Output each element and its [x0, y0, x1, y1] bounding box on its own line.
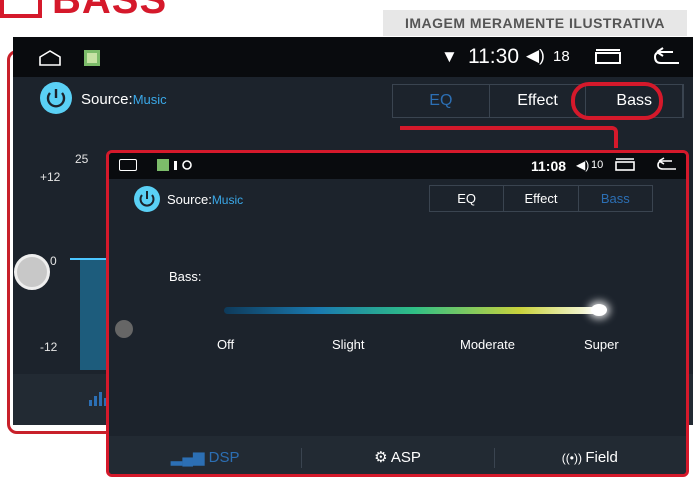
back-status-volume: 18 — [553, 48, 570, 65]
tab-asp[interactable]: ⚙ ASP — [301, 436, 493, 474]
back-tab-eq[interactable]: EQ — [393, 85, 490, 117]
drag-knob-small[interactable] — [115, 320, 133, 338]
bass-label: Bass: — [169, 269, 202, 284]
front-screen: 11:08 ◀) 10 Source:Music EQ Effect Bass … — [106, 150, 689, 477]
tab-field[interactable]: ((•)) Field — [493, 436, 686, 474]
bass-slider-thumb[interactable] — [591, 304, 607, 316]
home-icon[interactable] — [38, 49, 62, 67]
front-power-icon[interactable] — [134, 186, 160, 212]
wifi-icon: ▼ — [441, 47, 458, 66]
back-arrow-icon[interactable] — [653, 47, 683, 67]
front-tab-bass[interactable]: Bass — [579, 186, 652, 211]
field-icon: ((•)) — [561, 451, 586, 465]
disclaimer-badge: IMAGEM MERAMENTE ILUSTRATIVA — [383, 10, 687, 36]
front-bottom-bar: ▂▄▆ DSP ⚙ ASP ((•)) Field — [109, 436, 686, 474]
back-power-icon[interactable] — [40, 82, 72, 114]
back-arrow-icon[interactable] — [656, 157, 680, 173]
graph-label-top: 25 — [75, 152, 89, 166]
logo-title: BASS — [52, 0, 168, 22]
bass-level-ticks: Off Slight Moderate Super — [217, 337, 637, 357]
recent-apps-icon[interactable] — [614, 158, 638, 172]
app-icon — [84, 50, 100, 66]
graph-label-zero: 0 — [50, 254, 57, 268]
graph-label-plus: +12 — [40, 170, 61, 184]
connector-line — [400, 126, 618, 148]
asp-icon: ⚙ — [374, 449, 391, 466]
front-tab-eq[interactable]: EQ — [430, 186, 505, 211]
front-status-time: 11:08 — [531, 158, 567, 174]
back-status-bar: ▼ 11:30 ◀) 18 — [13, 37, 693, 77]
back-status-time: 11:30 — [468, 45, 519, 68]
front-tab-effect[interactable]: Effect — [504, 186, 579, 211]
tab-dsp[interactable]: ▂▄▆ DSP — [109, 436, 301, 474]
level-off: Off — [217, 337, 235, 352]
drag-knob[interactable] — [14, 254, 50, 290]
front-status-volume: 10 — [591, 159, 604, 171]
dsp-icon: ▂▄▆ — [170, 449, 209, 466]
bass-slider-track[interactable] — [224, 307, 604, 314]
status-icons — [157, 159, 192, 171]
tab-dsp-label: DSP — [208, 449, 240, 466]
dsp-icon[interactable] — [88, 388, 108, 408]
tab-field-label: Field — [585, 449, 618, 466]
home-icon[interactable] — [119, 159, 137, 171]
volume-icon: ◀) — [526, 46, 545, 65]
level-slight: Slight — [332, 337, 365, 352]
level-moderate: Moderate — [460, 337, 515, 352]
highlight-ring — [571, 82, 663, 120]
volume-icon: ◀) — [576, 158, 590, 172]
graph-label-minus: -12 — [40, 340, 58, 354]
front-status-bar: 11:08 ◀) 10 — [109, 153, 686, 179]
tab-asp-label: ASP — [390, 449, 421, 466]
level-super: Super — [584, 337, 619, 352]
front-tabs: EQ Effect Bass — [429, 185, 653, 212]
logo-icon — [0, 0, 42, 18]
back-source-label: Source:Music — [81, 91, 167, 108]
front-source-label: Source:Music — [167, 192, 244, 207]
recent-apps-icon[interactable] — [593, 48, 625, 66]
